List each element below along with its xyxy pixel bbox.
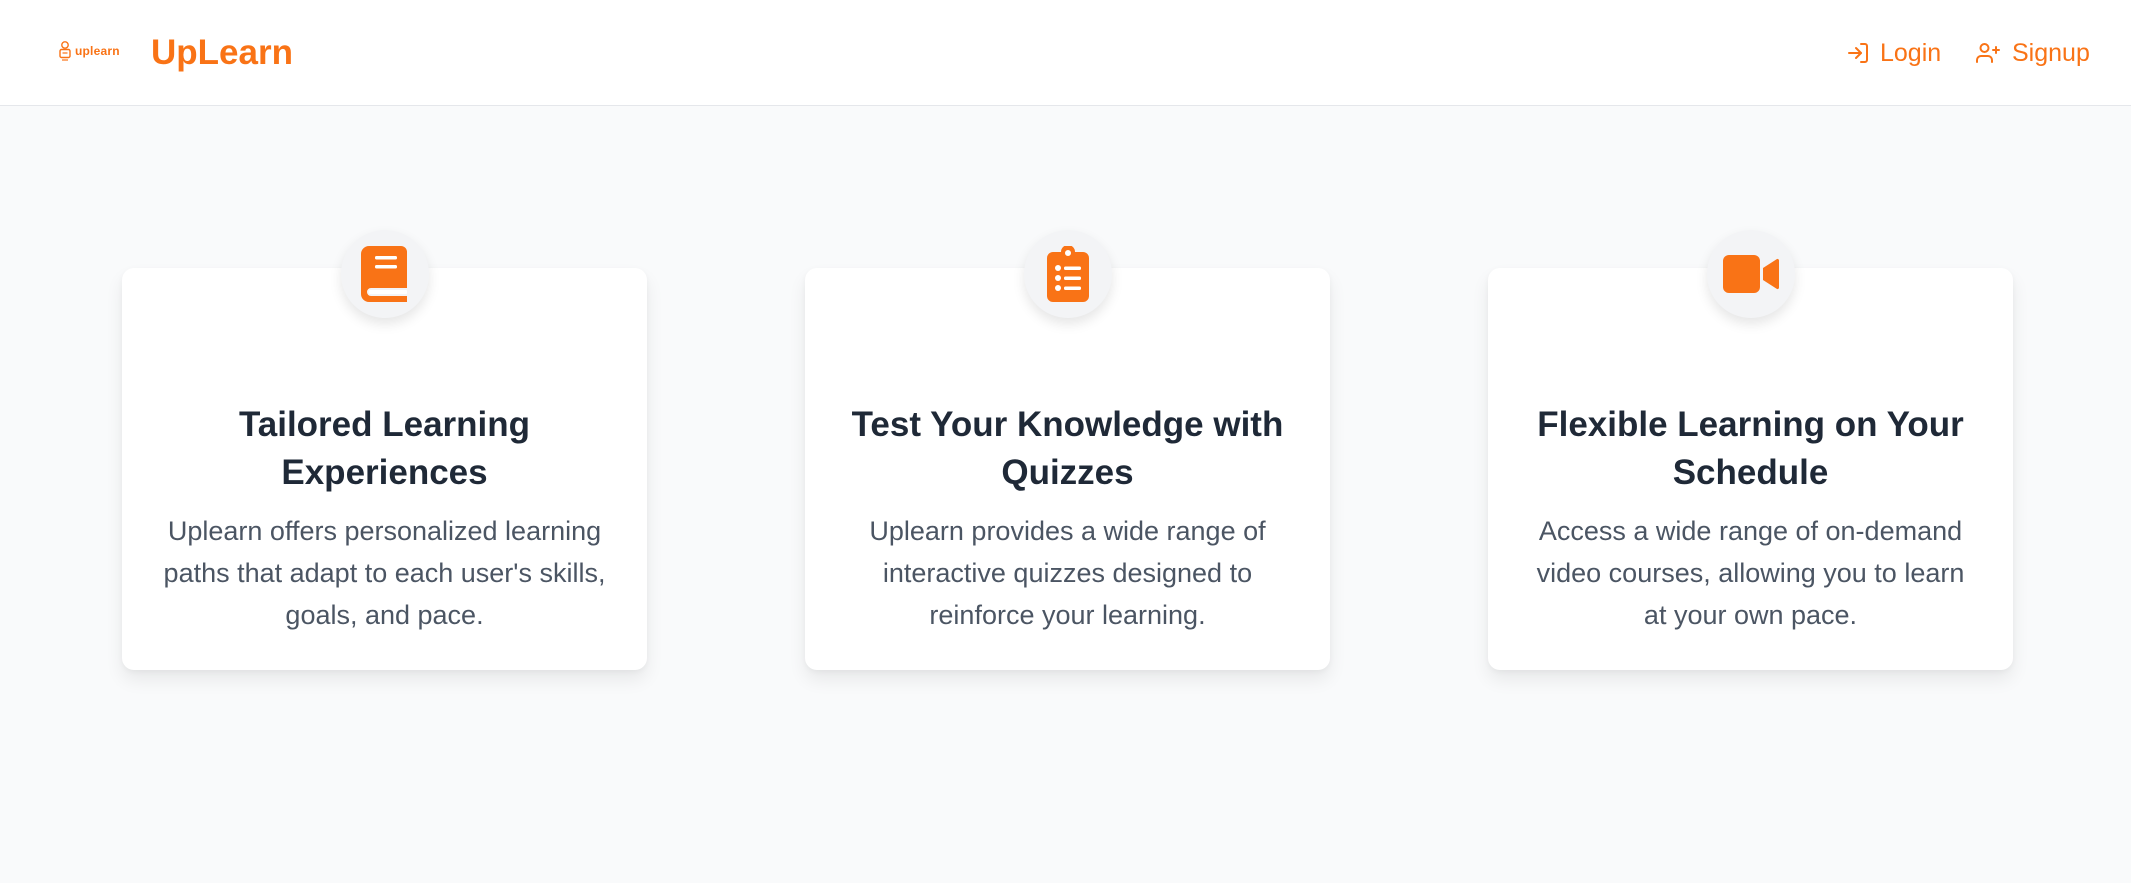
feature-card: Tailored Learning Experiences Uplearn of… <box>122 230 647 670</box>
logo-text: uplearn <box>75 44 120 58</box>
feature-card: Flexible Learning on Your Schedule Acces… <box>1488 230 2013 670</box>
navbar: uplearn UpLearn Login Signup <box>0 0 2131 106</box>
feature-title: Test Your Knowledge with Quizzes <box>851 405 1284 492</box>
logo-icon <box>59 41 71 61</box>
book-icon <box>360 246 407 302</box>
feature-title: Flexible Learning on Your Schedule <box>1537 405 1964 492</box>
login-link[interactable]: Login <box>1846 38 1941 68</box>
signup-link[interactable]: Signup <box>1976 38 2090 68</box>
user-plus-icon <box>1976 43 2000 63</box>
feature-description: Uplearn offers personalized learning pat… <box>163 516 606 630</box>
video-icon <box>1722 255 1779 293</box>
feature-icon-badge <box>340 230 429 318</box>
clipboard-list-icon <box>1046 246 1089 302</box>
feature-title: Tailored Learning Experiences <box>238 405 531 492</box>
login-label: Login <box>1880 39 1942 67</box>
feature-icon-badge <box>1023 230 1112 318</box>
signup-label: Signup <box>2012 39 2090 67</box>
brand-name[interactable]: UpLearn <box>151 33 293 73</box>
feature-card: Test Your Knowledge with Quizzes Uplearn… <box>805 230 1330 670</box>
feature-icon-badge <box>1706 230 1795 318</box>
feature-description: Access a wide range of on-demand video c… <box>1536 516 1965 630</box>
login-icon <box>1848 43 1868 63</box>
logo[interactable]: uplearn <box>58 40 120 62</box>
feature-description: Uplearn provides a wide range of interac… <box>869 516 1266 630</box>
